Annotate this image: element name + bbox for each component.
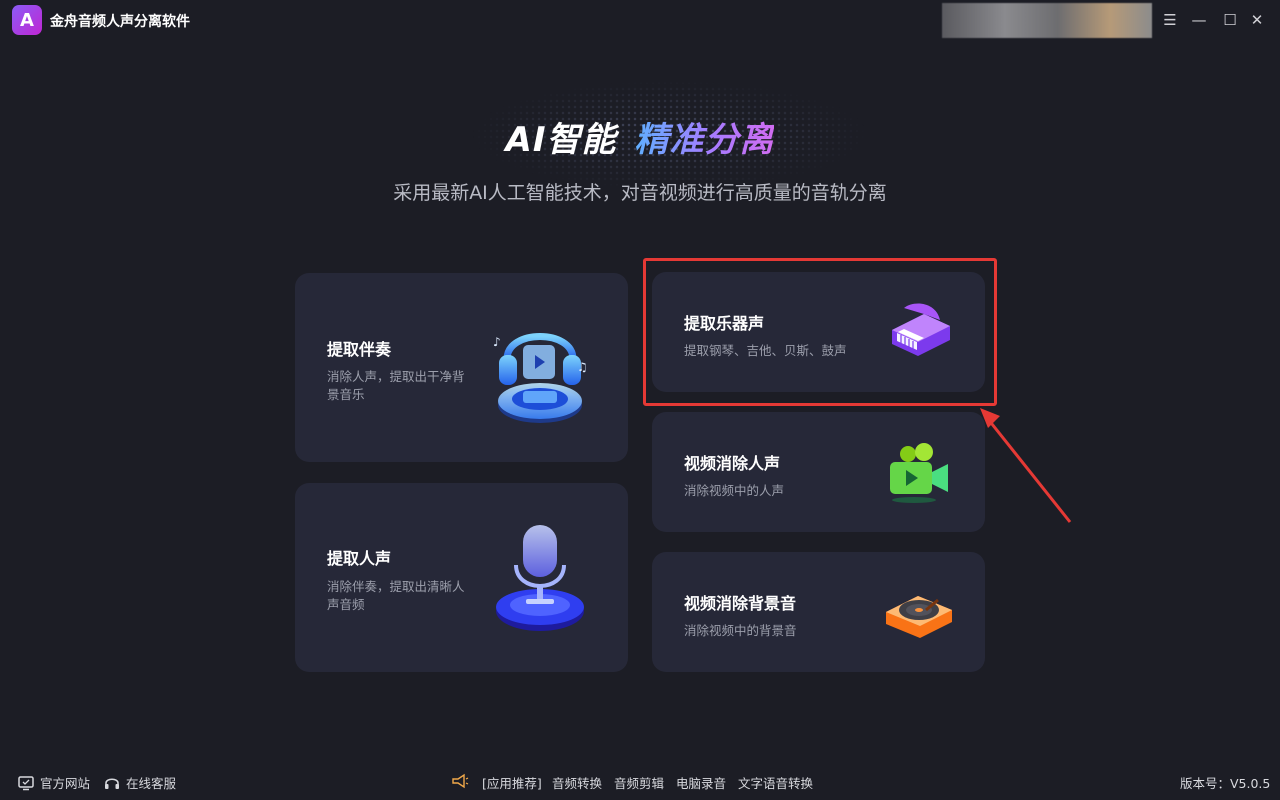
app-title: 金舟音频人声分离软件	[50, 14, 190, 30]
card-title: 提取人声	[327, 549, 392, 568]
online-support-link[interactable]: 在线客服	[104, 773, 176, 792]
hero-title-part1: AI智能	[505, 120, 617, 160]
microphone-icon	[496, 525, 584, 631]
minimize-icon[interactable]: —	[1187, 8, 1211, 32]
official-website-link[interactable]: 官方网站	[18, 773, 90, 792]
headphones-icon: ♪ ♫	[493, 333, 588, 423]
official-website-label: 官方网站	[40, 776, 91, 791]
app-link-text-to-speech[interactable]: 文字语音转换	[738, 773, 813, 792]
svg-text:♪: ♪	[493, 335, 501, 349]
online-support-label: 在线客服	[126, 776, 177, 791]
version-label: 版本号：V5.0.5	[1180, 776, 1271, 791]
hero-title: AI智能 精准分离	[0, 112, 1280, 161]
hero-subtitle: 采用最新AI人工智能技术，对音视频进行高质量的音轨分离	[393, 182, 887, 204]
hero-title-part2: 精准分离	[634, 120, 775, 160]
card-title: 视频消除背景音	[684, 594, 797, 613]
highlight-box	[643, 258, 997, 406]
app-recommend-label: [应用推荐]	[482, 776, 542, 791]
svg-text:♫: ♫	[577, 360, 588, 374]
card-desc: 消除人声，提取出干净背景音乐	[327, 369, 465, 402]
headset-icon	[105, 778, 119, 789]
card-desc: 消除视频中的背景音	[684, 623, 797, 638]
turntable-icon	[886, 596, 952, 638]
card-desc: 消除视频中的人声	[684, 483, 785, 498]
app-logo: A	[12, 5, 42, 35]
card-title: 提取伴奏	[327, 340, 392, 359]
megaphone-icon	[452, 773, 469, 789]
extract-accompaniment-card[interactable]: 提取伴奏 消除人声，提取出干净背景音乐 ♪ ♫	[295, 273, 628, 462]
maximize-icon[interactable]: ☐	[1218, 8, 1242, 32]
video-remove-vocal-card[interactable]: 视频消除人声 消除视频中的人声	[652, 412, 985, 532]
user-account-banner[interactable]	[942, 3, 1152, 38]
close-icon[interactable]: ✕	[1245, 8, 1269, 32]
footer-bar: 官方网站 在线客服 [应用推荐] 音频转换 音频剪辑 电脑录音 文字语音转换 版…	[0, 766, 1280, 796]
video-remove-background-card[interactable]: 视频消除背景音 消除视频中的背景音	[652, 552, 985, 672]
app-logo-letter: A	[20, 9, 34, 31]
video-camera-icon	[890, 443, 948, 503]
app-link-audio-convert[interactable]: 音频转换	[552, 773, 602, 792]
monitor-icon	[18, 775, 34, 790]
card-title: 视频消除人声	[684, 454, 781, 473]
extract-vocal-card[interactable]: 提取人声 消除伴奏，提取出清晰人声音频	[295, 483, 628, 672]
menu-icon[interactable]: ☰	[1158, 8, 1182, 32]
title-bar: A 金舟音频人声分离软件 ☰ — ☐ ✕	[0, 0, 1280, 40]
app-link-audio-edit[interactable]: 音频剪辑	[614, 773, 664, 792]
app-link-pc-recording[interactable]: 电脑录音	[676, 773, 726, 792]
annotation-arrow	[980, 408, 1072, 523]
card-desc: 消除伴奏，提取出清晰人声音频	[327, 579, 465, 612]
